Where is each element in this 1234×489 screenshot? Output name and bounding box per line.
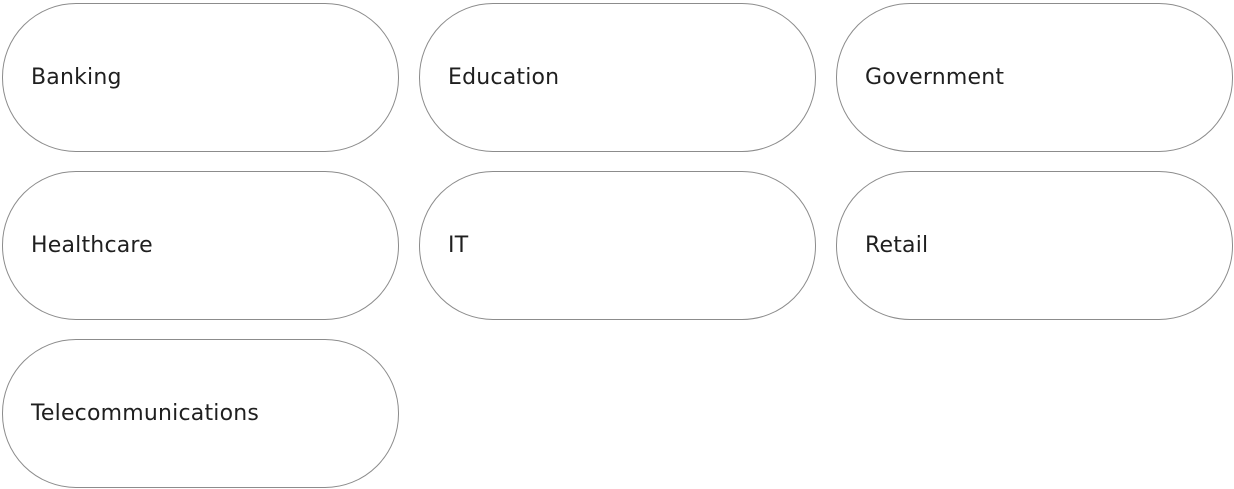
- industry-option-label: Retail: [865, 233, 929, 258]
- industry-option-banking[interactable]: Banking: [2, 3, 399, 152]
- industry-option-it[interactable]: IT: [419, 171, 816, 320]
- industry-option-label: Education: [448, 65, 560, 90]
- industry-option-label: Healthcare: [31, 233, 153, 258]
- industry-option-label: Telecommunications: [31, 401, 260, 426]
- industry-option-label: Government: [865, 65, 1005, 90]
- industry-option-government[interactable]: Government: [836, 3, 1233, 152]
- industry-option-telecommunications[interactable]: Telecommunications: [2, 339, 399, 488]
- industry-option-education[interactable]: Education: [419, 3, 816, 152]
- industry-option-label: Banking: [31, 65, 122, 90]
- industry-option-healthcare[interactable]: Healthcare: [2, 171, 399, 320]
- industry-option-retail[interactable]: Retail: [836, 171, 1233, 320]
- industry-options-grid: Banking Education Government Healthcare …: [2, 3, 1233, 488]
- industry-option-label: IT: [448, 233, 469, 258]
